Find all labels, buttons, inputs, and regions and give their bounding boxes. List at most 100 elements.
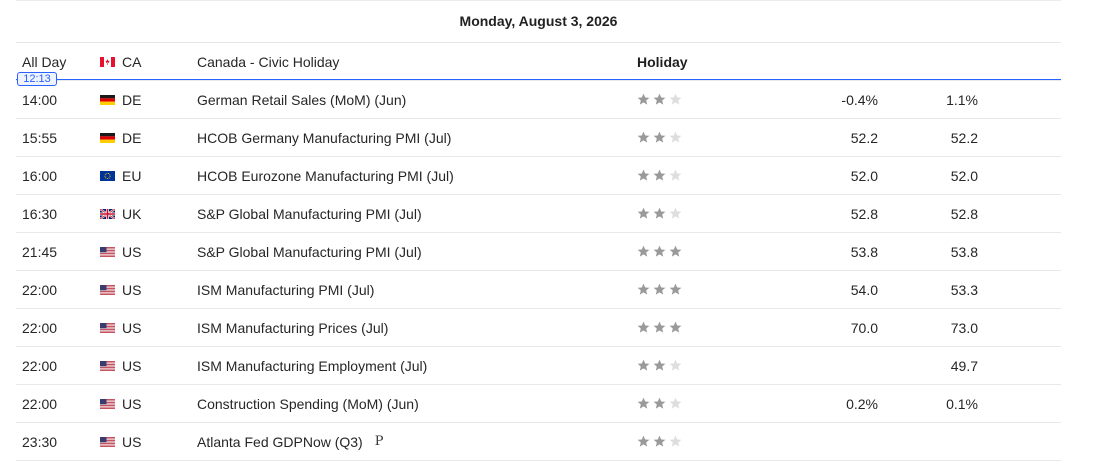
actual-value: 53.8	[850, 243, 878, 260]
event-time: 22:00	[22, 395, 58, 412]
star-filled-icon	[653, 321, 666, 334]
canada-flag-icon	[100, 43, 115, 80]
holiday-label: Holiday	[637, 53, 688, 70]
eu-flag-icon	[100, 157, 115, 194]
event-country: DE	[122, 129, 142, 146]
event-time: 22:00	[22, 357, 58, 374]
star-empty-icon	[669, 435, 682, 448]
event-name[interactable]: Atlanta Fed GDPNow (Q3)	[197, 434, 363, 450]
forecast-value: 49.7	[950, 357, 978, 374]
event-time: 23:30	[22, 433, 58, 450]
event-name[interactable]: ISM Manufacturing PMI (Jul)	[197, 271, 374, 308]
star-filled-icon	[653, 207, 666, 220]
event-country: EU	[122, 167, 142, 184]
event-country: UK	[122, 205, 142, 222]
event-name[interactable]: S&P Global Manufacturing PMI (Jul)	[197, 233, 422, 270]
event-row[interactable]: 16:00 EU HCOB Eurozone Manufacturing PMI…	[16, 157, 1061, 195]
star-filled-icon	[637, 245, 650, 258]
event-name[interactable]: ISM Manufacturing Prices (Jul)	[197, 309, 388, 346]
germany-flag-icon	[100, 81, 115, 118]
forecast-value: 52.0	[950, 167, 978, 184]
event-country: US	[122, 357, 142, 374]
event-row[interactable]: 22:00 US Construction Spending (MoM) (Ju…	[16, 385, 1061, 423]
event-row[interactable]: 23:30 US Atlanta Fed GDPNow (Q3) P	[16, 423, 1061, 461]
event-row[interactable]: 16:30 UK S&P Global Manufacturing PMI (J…	[16, 195, 1061, 233]
importance-stars	[637, 423, 682, 460]
event-country: DE	[122, 91, 142, 108]
star-filled-icon	[637, 169, 650, 182]
event-time: 16:00	[22, 167, 58, 184]
us-flag-icon	[100, 423, 115, 460]
us-flag-icon	[100, 385, 115, 422]
event-row[interactable]: 21:45 US S&P Global Manufacturing PMI (J…	[16, 233, 1061, 271]
event-row[interactable]: All Day CA Canada - Civic Holiday Holida…	[16, 43, 1061, 81]
importance-stars	[637, 347, 682, 384]
star-filled-icon	[637, 321, 650, 334]
event-name[interactable]: HCOB Germany Manufacturing PMI (Jul)	[197, 119, 451, 156]
actual-value: -0.4%	[841, 91, 878, 108]
event-row[interactable]: 15:55 DE HCOB Germany Manufacturing PMI …	[16, 119, 1061, 157]
event-row[interactable]: 22:00 US ISM Manufacturing Employment (J…	[16, 347, 1061, 385]
star-filled-icon	[653, 93, 666, 106]
event-name[interactable]: ISM Manufacturing Employment (Jul)	[197, 347, 427, 384]
us-flag-icon	[100, 347, 115, 384]
event-name[interactable]: HCOB Eurozone Manufacturing PMI (Jul)	[197, 157, 454, 194]
forecast-value: 52.8	[950, 205, 978, 222]
actual-value: 52.2	[850, 129, 878, 146]
star-empty-icon	[669, 169, 682, 182]
uk-flag-icon	[100, 195, 115, 232]
event-name[interactable]: German Retail Sales (MoM) (Jun)	[197, 81, 406, 118]
importance-stars	[637, 271, 682, 308]
star-filled-icon	[653, 435, 666, 448]
star-filled-icon	[653, 131, 666, 144]
event-country: US	[122, 319, 142, 336]
star-filled-icon	[637, 93, 650, 106]
forecast-value: 53.3	[950, 281, 978, 298]
star-filled-icon	[669, 245, 682, 258]
importance-stars	[637, 157, 682, 194]
forecast-value: 73.0	[950, 319, 978, 336]
star-filled-icon	[653, 169, 666, 182]
actual-value: 52.8	[850, 205, 878, 222]
actual-value: 0.2%	[846, 395, 878, 412]
event-row[interactable]: 22:00 US ISM Manufacturing Prices (Jul) …	[16, 309, 1061, 347]
forecast-value: 52.2	[950, 129, 978, 146]
star-filled-icon	[669, 321, 682, 334]
event-time: 22:00	[22, 281, 58, 298]
events-table: All Day CA Canada - Civic Holiday Holida…	[16, 43, 1061, 461]
star-filled-icon	[653, 397, 666, 410]
germany-flag-icon	[100, 119, 115, 156]
current-time-line	[16, 79, 1061, 80]
star-empty-icon	[669, 131, 682, 144]
star-filled-icon	[653, 283, 666, 296]
event-row[interactable]: 22:00 US ISM Manufacturing PMI (Jul) 54.…	[16, 271, 1061, 309]
actual-value: 70.0	[850, 319, 878, 336]
event-time: 16:30	[22, 205, 58, 222]
event-name-cell[interactable]: Atlanta Fed GDPNow (Q3) P	[197, 423, 383, 460]
current-time-badge: 12:13	[17, 72, 57, 86]
importance-stars	[637, 233, 682, 270]
date-header: Monday, August 3, 2026	[16, 0, 1061, 43]
importance-stars	[637, 81, 682, 118]
economic-calendar: Monday, August 3, 2026 All Day CA Canada…	[16, 0, 1061, 461]
event-name[interactable]: Construction Spending (MoM) (Jun)	[197, 385, 419, 422]
event-time: 14:00	[22, 91, 58, 108]
star-filled-icon	[653, 245, 666, 258]
us-flag-icon	[100, 309, 115, 346]
event-row[interactable]: 14:00 DE German Retail Sales (MoM) (Jun)…	[16, 81, 1061, 119]
star-filled-icon	[653, 359, 666, 372]
star-filled-icon	[637, 207, 650, 220]
star-empty-icon	[669, 207, 682, 220]
star-filled-icon	[637, 131, 650, 144]
star-filled-icon	[669, 283, 682, 296]
event-country: US	[122, 395, 142, 412]
event-name[interactable]: Canada - Civic Holiday	[197, 43, 339, 80]
event-name[interactable]: S&P Global Manufacturing PMI (Jul)	[197, 195, 422, 232]
importance-stars	[637, 195, 682, 232]
forecast-value: 53.8	[950, 243, 978, 260]
star-empty-icon	[669, 359, 682, 372]
event-time: 15:55	[22, 129, 58, 146]
star-filled-icon	[637, 359, 650, 372]
preliminary-marker: P	[374, 434, 384, 449]
actual-value: 54.0	[850, 281, 878, 298]
